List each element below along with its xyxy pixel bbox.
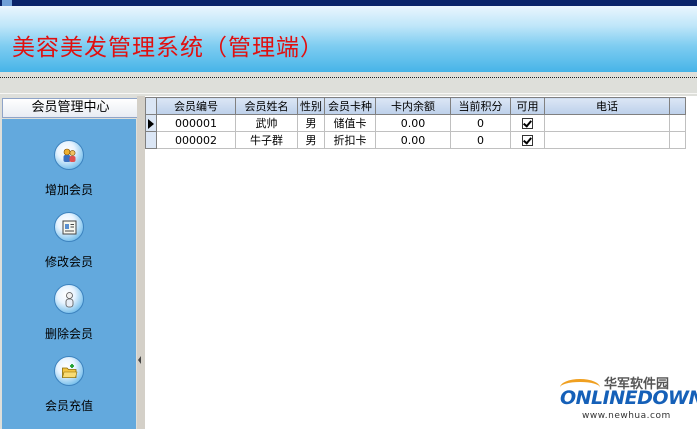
- cell-phone[interactable]: [544, 114, 670, 132]
- cell-member-id[interactable]: 000002: [156, 131, 236, 149]
- toolbar-separator: [0, 72, 697, 96]
- cell-filler: [669, 131, 686, 149]
- cell-balance[interactable]: 0.00: [375, 131, 451, 149]
- column-header[interactable]: 当前积分: [450, 97, 511, 115]
- column-header[interactable]: 会员卡种: [324, 97, 376, 115]
- cell-phone[interactable]: [544, 131, 670, 149]
- app-banner: 美容美发管理系统（管理端）: [0, 6, 697, 72]
- column-header[interactable]: 会员姓名: [235, 97, 298, 115]
- table-row[interactable]: 000001 武帅 男 储值卡 0.00 0: [145, 114, 686, 132]
- edit-card-icon: [54, 212, 84, 242]
- person-remove-icon: [54, 284, 84, 314]
- cell-card-type[interactable]: 储值卡: [324, 114, 376, 132]
- column-header[interactable]: 卡内余额: [375, 97, 451, 115]
- cell-enabled[interactable]: [510, 114, 545, 132]
- delete-member-button[interactable]: 删除会员: [2, 284, 136, 350]
- column-header[interactable]: 电话: [544, 97, 670, 115]
- column-header[interactable]: 会员编号: [156, 97, 236, 115]
- row-indicator[interactable]: [145, 131, 157, 149]
- cell-member-id[interactable]: 000001: [156, 114, 236, 132]
- column-header[interactable]: 可用: [510, 97, 545, 115]
- cell-balance[interactable]: 0.00: [375, 114, 451, 132]
- add-member-button[interactable]: 增加会员: [2, 140, 136, 206]
- table-header-row: 会员编号 会员姓名 性别 会员卡种 卡内余额 当前积分 可用 电话: [145, 97, 686, 115]
- app-title: 美容美发管理系统（管理端）: [12, 35, 324, 61]
- cell-member-name[interactable]: 武帅: [235, 114, 298, 132]
- current-row-pointer[interactable]: [145, 114, 157, 132]
- folder-add-icon: [54, 356, 84, 386]
- watermark-url: www.newhua.com: [582, 411, 671, 421]
- table-row[interactable]: 000002 牛子群 男 折扣卡 0.00 0: [145, 131, 686, 149]
- divider-highlight: [0, 93, 697, 94]
- cell-enabled[interactable]: [510, 131, 545, 149]
- cell-points[interactable]: 0: [450, 131, 511, 149]
- cell-filler: [669, 114, 686, 132]
- dotted-divider: [0, 77, 697, 78]
- sidebar-header[interactable]: 会员管理中心: [2, 98, 139, 118]
- column-header-filler: [669, 97, 686, 115]
- enabled-checkbox[interactable]: [522, 118, 533, 129]
- edit-member-button[interactable]: 修改会员: [2, 212, 136, 278]
- sidebar-menu: 增加会员 修改会员 删除会员 会员充值: [2, 119, 136, 429]
- enabled-checkbox[interactable]: [522, 135, 533, 146]
- row-pointer-icon: [148, 118, 154, 129]
- watermark: 华军软件园 ONLINEDOWN www.newhua.com: [560, 373, 697, 425]
- users-icon: [54, 140, 84, 170]
- nav-label-recharge-member: 会员充值: [44, 399, 93, 413]
- member-table: 会员编号 会员姓名 性别 会员卡种 卡内余额 当前积分 可用 电话 000001…: [145, 97, 686, 149]
- cell-points[interactable]: 0: [450, 114, 511, 132]
- cell-card-type[interactable]: 折扣卡: [324, 131, 376, 149]
- nav-label-add-member: 增加会员: [44, 183, 93, 197]
- recharge-member-button[interactable]: 会员充值: [2, 356, 136, 422]
- column-header[interactable]: 性别: [297, 97, 325, 115]
- cell-gender[interactable]: 男: [297, 131, 325, 149]
- nav-label-edit-member: 修改会员: [44, 255, 93, 269]
- nav-label-delete-member: 删除会员: [44, 327, 93, 341]
- watermark-logo: ONLINEDOWN: [560, 387, 697, 409]
- sidebar: 会员管理中心 增加会员 修改会员 删除会员 会员充值: [0, 96, 141, 429]
- cell-gender[interactable]: 男: [297, 114, 325, 132]
- cell-member-name[interactable]: 牛子群: [235, 131, 298, 149]
- row-indicator-header: [145, 97, 157, 115]
